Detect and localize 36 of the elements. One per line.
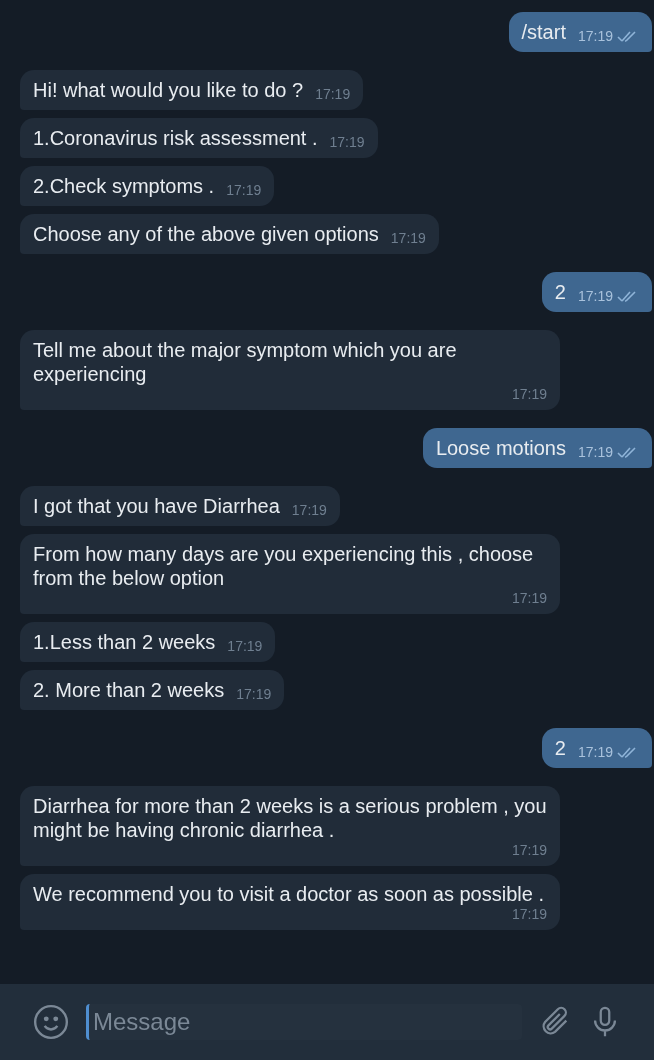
message-composer[interactable]: Message [0, 984, 654, 1060]
double-check-icon [617, 30, 639, 42]
message-text: 1.Coronavirus risk assessment . [33, 126, 318, 150]
message-text: We recommend you to visit a doctor as soon as possible . [33, 882, 544, 906]
message-time: 17:19 [226, 182, 262, 198]
message-time: 17:19 [236, 686, 272, 702]
message-time: 17:19 [390, 230, 426, 246]
message-time: 17:19 [577, 28, 613, 44]
message-text: I got that you have Diarrhea [33, 494, 280, 518]
message-time: 17:19 [577, 288, 613, 304]
message-text: Diarrhea for more than 2 weeks is a serious problem , you might be having chronic diarrhea . [33, 794, 547, 842]
double-check-icon [617, 446, 639, 458]
message-text: Choose any of the above given options [33, 222, 379, 246]
message-time: 17:19 [227, 638, 263, 654]
message-text: /start [521, 20, 566, 44]
message-text: 2.Check symptoms . [33, 174, 215, 198]
smiley-icon[interactable] [32, 1003, 70, 1041]
message-time: 17:19 [577, 444, 613, 460]
message-text: 2 [554, 280, 566, 304]
message-text: 2 [554, 736, 566, 760]
message-time: 17:19 [315, 86, 351, 102]
message-text: 2. More than 2 weeks [33, 678, 225, 702]
message-time: 17:19 [511, 590, 547, 606]
message-text: Tell me about the major symptom which you are experiencing [33, 338, 458, 386]
message-time: 17:19 [577, 744, 613, 760]
message-time: 17:19 [329, 134, 365, 150]
message-text: From how many days are you experiencing this , choose from the below option [33, 542, 535, 590]
message-text: 1.Less than 2 weeks [33, 630, 216, 654]
message-time: 17:19 [511, 906, 547, 922]
message-time: 17:19 [511, 386, 547, 402]
message-time: 17:19 [511, 842, 547, 858]
message-text: Hi! what would you like to do ? [33, 78, 304, 102]
double-check-icon [617, 746, 639, 758]
message-time: 17:19 [291, 502, 327, 518]
double-check-icon [617, 290, 639, 302]
message-text: Loose motions [435, 436, 566, 460]
